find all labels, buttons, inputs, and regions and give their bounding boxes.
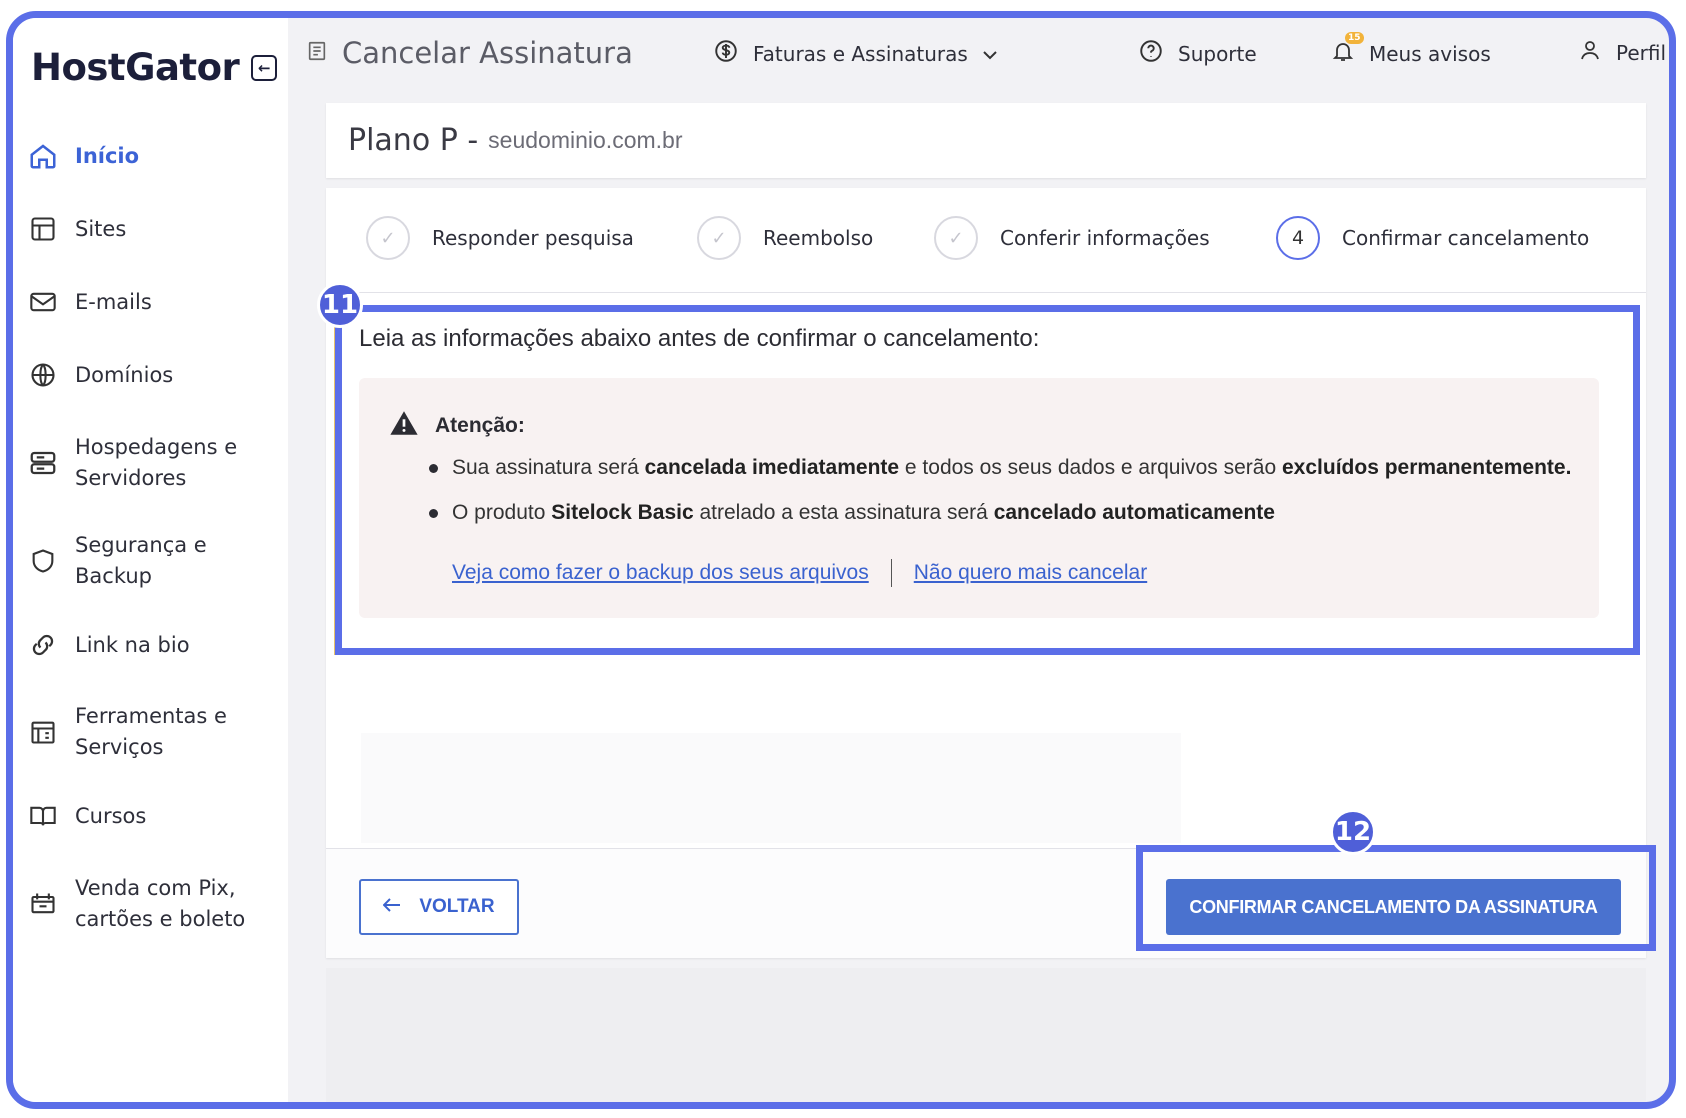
tools-icon xyxy=(27,716,59,748)
globe-icon xyxy=(27,359,59,391)
back-button-label: VOLTAR xyxy=(419,896,495,917)
user-icon xyxy=(1578,38,1602,67)
home-icon xyxy=(27,140,59,172)
stepper: ✓ Responder pesquisa ✓ Reembolso ✓ Confe… xyxy=(326,188,1646,293)
sidebar-item-label: Hospedagens e Servidores xyxy=(75,435,238,490)
check-icon: ✓ xyxy=(934,216,978,260)
page-bottom-area xyxy=(326,968,1646,1102)
sidebar-item-label: Cursos xyxy=(75,803,147,828)
sidebar-item-venda[interactable]: Venda com Pix, cartões e boleto xyxy=(27,873,277,935)
notices-label: Meus avisos xyxy=(1369,41,1491,66)
sidebar-item-label: Domínios xyxy=(75,362,174,387)
sidebar-item-label: E-mails xyxy=(75,289,152,314)
sidebar-item-label: Ferramentas e Serviços xyxy=(75,704,227,759)
highlight-box-confirm xyxy=(1136,845,1656,951)
sidebar-item-hospedagens[interactable]: Hospedagens e Servidores xyxy=(27,432,277,494)
chevron-down-icon xyxy=(982,42,998,66)
step-responder-pesquisa: ✓ Responder pesquisa xyxy=(366,216,634,260)
app-frame: HostGator ← Início Sites E-mails Domínio… xyxy=(6,11,1676,1109)
sidebar-item-cursos[interactable]: Cursos xyxy=(27,800,277,832)
profile-label: Perfil xyxy=(1616,40,1667,65)
step-label: Conferir informações xyxy=(1000,226,1210,250)
step-label: Confirmar cancelamento xyxy=(1342,226,1590,250)
sidebar-item-seguranca[interactable]: Segurança e Backup xyxy=(27,530,277,592)
check-icon: ✓ xyxy=(697,216,741,260)
envelope-icon xyxy=(27,286,59,318)
shield-icon xyxy=(27,545,59,577)
support-label: Suporte xyxy=(1178,41,1257,66)
help-circle-icon xyxy=(1138,38,1164,69)
step-badge-12: 12 xyxy=(1330,809,1376,855)
sidebar-item-label: Início xyxy=(75,143,140,168)
brand-name: HostGator xyxy=(31,46,240,89)
faded-content xyxy=(361,733,1181,843)
notices-count-badge: 15 xyxy=(1345,32,1364,44)
step-number: 4 xyxy=(1276,216,1320,260)
plan-card: Plano P - seudominio.com.br xyxy=(326,103,1646,178)
book-icon xyxy=(27,800,59,832)
plan-domain: seudominio.com.br xyxy=(488,127,683,153)
back-button[interactable]: VOLTAR xyxy=(359,879,519,935)
dollar-icon xyxy=(713,38,739,69)
link-icon xyxy=(27,629,59,661)
payment-icon xyxy=(27,888,59,920)
profile-link[interactable]: Perfil xyxy=(1578,38,1666,67)
sidebar-item-label: Segurança e Backup xyxy=(75,533,207,588)
check-icon: ✓ xyxy=(366,216,410,260)
sidebar-item-emails[interactable]: E-mails xyxy=(27,286,277,318)
page-title: Cancelar Assinatura xyxy=(342,36,633,70)
arrow-left-icon xyxy=(382,896,401,918)
collapse-sidebar-icon[interactable]: ← xyxy=(251,54,278,81)
step-reembolso: ✓ Reembolso xyxy=(697,216,873,260)
support-link[interactable]: Suporte xyxy=(1138,38,1257,69)
page-header: Cancelar Assinatura xyxy=(306,36,633,70)
billing-menu[interactable]: Faturas e Assinaturas xyxy=(713,38,998,69)
step-label: Reembolso xyxy=(763,226,874,250)
plan-name: Plano P - xyxy=(348,123,479,158)
server-icon xyxy=(27,447,59,479)
step-conferir-informacoes: ✓ Conferir informações xyxy=(934,216,1210,260)
sidebar-item-ferramentas[interactable]: Ferramentas e Serviços xyxy=(27,701,277,763)
sidebar: HostGator ← Início Sites E-mails Domínio… xyxy=(13,18,288,1102)
document-icon xyxy=(306,39,328,68)
sidebar-item-label: Sites xyxy=(75,216,127,241)
step-confirmar-cancelamento: 4 Confirmar cancelamento xyxy=(1276,216,1589,260)
billing-label: Faturas e Assinaturas xyxy=(753,41,968,66)
step-label: Responder pesquisa xyxy=(432,226,634,250)
step-badge-11: 11 xyxy=(317,282,363,328)
browser-window-icon xyxy=(27,213,59,245)
notices-link[interactable]: 15 Meus avisos xyxy=(1331,32,1491,69)
sidebar-item-inicio[interactable]: Início xyxy=(27,140,277,172)
sidebar-item-dominios[interactable]: Domínios xyxy=(27,359,277,391)
highlight-box-info xyxy=(335,305,1640,655)
bell-icon: 15 xyxy=(1331,32,1364,69)
sidebar-item-sites[interactable]: Sites xyxy=(27,213,277,245)
sidebar-item-label: Venda com Pix, cartões e boleto xyxy=(75,876,246,931)
topbar: Cancelar Assinatura Faturas e Assinatura… xyxy=(288,18,1669,98)
logo: HostGator ← xyxy=(31,46,278,89)
sidebar-item-label: Link na bio xyxy=(75,632,190,657)
sidebar-item-link-bio[interactable]: Link na bio xyxy=(27,629,277,661)
